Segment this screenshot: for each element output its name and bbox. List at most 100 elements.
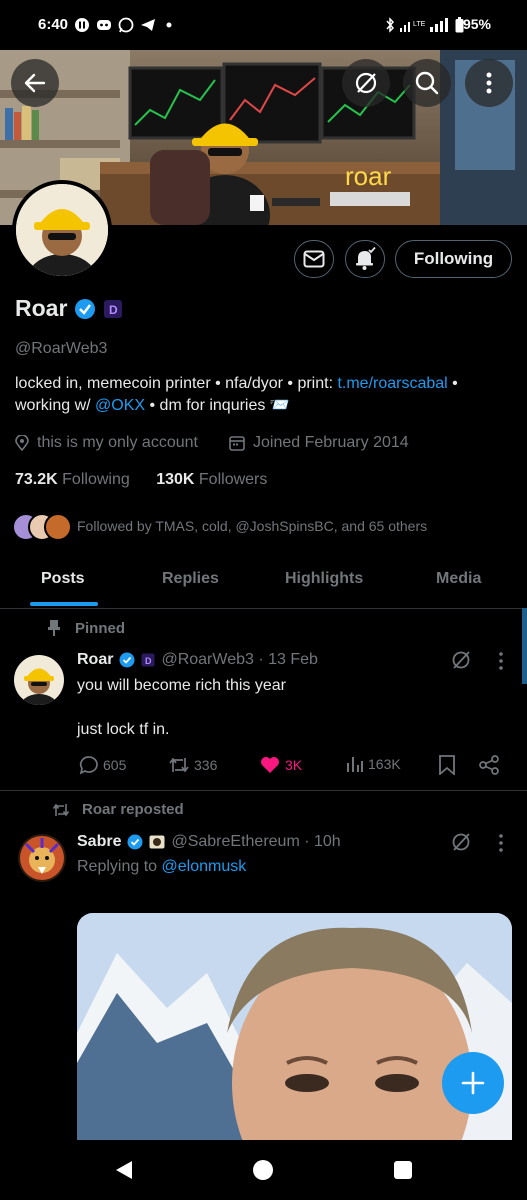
repost-handle-time: @SabreEthereum · 10h [171,833,341,850]
status-bar: 6:40 LTE 95% [0,0,527,50]
replying-prefix: Replying to [77,858,162,875]
more-vertical-icon [486,72,492,94]
like-button[interactable]: 3K [259,755,302,775]
followers-you-know-avatars[interactable] [12,512,72,542]
tweet-avatar-image [19,668,59,705]
bookmark-icon[interactable] [438,755,456,775]
more-button[interactable] [465,59,513,107]
mail-icon [303,250,325,268]
tab-replies[interactable]: Replies [162,570,219,588]
verified-badge-icon [119,652,135,668]
affiliate-badge-icon: D [141,653,155,667]
pinned-label: Pinned [75,619,126,637]
grok-icon[interactable] [450,831,472,853]
repost-header: Sabre @SabreEthereum · 10h [77,833,341,851]
profile-location: this is my only account [15,434,198,452]
tweet-divider [0,790,527,791]
tweet-more-icon[interactable] [496,833,506,853]
tiger-avatar-image [20,836,64,880]
bio-okx-mention[interactable]: @OKX [95,397,145,414]
bluetooth-icon [386,17,395,33]
search-button[interactable] [403,59,451,107]
tab-media[interactable]: Media [436,570,481,588]
whatsapp-icon [118,17,134,33]
profile-name-text: Roar [15,295,68,321]
grok-icon [355,72,377,94]
retweet-button[interactable]: 336 [168,755,217,775]
following-stat[interactable]: 73.2K Following [15,471,130,488]
search-icon [415,71,439,95]
telegram-icon [141,19,155,31]
pin-icon [48,620,60,636]
nav-back-icon[interactable] [113,1159,135,1181]
tweet-header: Roar D @RoarWeb3 · 13 Feb [77,651,318,669]
followers-count: 130K [156,471,195,488]
grok-icon[interactable] [450,649,472,671]
following-button-label: Following [413,249,494,268]
bio-text-3: • dm for inquries 📨 [145,397,290,414]
mutual-avatars [12,513,72,541]
followers-label: Followers [198,471,268,488]
profile-stats: 73.2K Following 130K Followers [15,471,267,489]
banner-sign-text: roar [345,161,392,191]
grok-button[interactable] [342,59,390,107]
bio-telegram-link[interactable]: t.me/roarscabal [337,375,447,392]
avatar-image [16,184,108,276]
back-button[interactable] [11,59,59,107]
retweet-icon [52,803,70,816]
tab-highlights[interactable]: Highlights [285,570,363,588]
pause-icon [75,18,89,32]
share-icon[interactable] [479,755,499,775]
following-count: 73.2K [15,471,58,488]
plus-icon [461,1071,485,1095]
reply-count: 605 [103,757,127,773]
svg-text:D: D [109,303,118,317]
nav-recents-icon[interactable] [393,1160,413,1180]
svg-text:LTE: LTE [413,21,426,28]
tweet-text-line-1: you will become rich this year [77,677,286,694]
svg-text:D: D [145,656,152,666]
reply-button[interactable]: 605 [79,755,126,775]
bio-text-1: locked in, memecoin printer • nfa/dyor •… [15,375,338,392]
followers-stat[interactable]: 130K Followers [156,471,267,488]
profile-joined: Joined February 2014 [229,434,409,452]
back-arrow-icon [24,73,46,93]
tweet-media-image[interactable] [77,913,512,1140]
affiliate-badge-icon[interactable]: D [103,299,123,319]
discord-icon [97,20,111,30]
repost-author-name[interactable]: Sabre [77,833,121,851]
signal-icon: LTE [400,18,448,32]
notifications-button[interactable] [345,240,385,278]
followed-by-text[interactable]: Followed by TMAS, cold, @JoshSpinsBC, an… [77,518,427,534]
following-label: Following [62,471,130,488]
affiliate-badge-icon [149,835,165,849]
location-text: this is my only account [37,434,198,451]
like-count: 3K [285,757,303,773]
scrollbar[interactable] [522,608,527,684]
message-button[interactable] [294,240,334,278]
tweet-avatar[interactable] [14,655,64,705]
sabre-avatar[interactable] [18,834,66,882]
system-nav-bar [0,1140,527,1200]
tweet-author-name[interactable]: Roar [77,651,113,669]
tweet-handle-time: @RoarWeb3 · 13 Feb [161,651,318,668]
reply-icon [79,756,98,775]
replying-to: Replying to @elonmusk [77,858,246,876]
repost-indicator: Roar reposted [52,801,184,818]
location-pin-icon [15,435,29,451]
following-button[interactable]: Following [395,240,512,278]
portrait-photo [77,913,512,1140]
battery-percent: 95% [462,16,491,32]
retweet-count: 336 [194,757,218,773]
tab-posts[interactable]: Posts [41,570,85,588]
views-button[interactable]: 163K [346,755,401,773]
view-count: 163K [368,756,401,772]
verified-badge-icon [75,298,96,319]
joined-text: Joined February 2014 [253,434,409,451]
compose-button[interactable] [442,1052,504,1114]
tweet-more-icon[interactable] [496,651,506,671]
replying-to-mention[interactable]: @elonmusk [162,858,247,875]
nav-home-icon[interactable] [252,1159,274,1181]
dot-icon [166,22,172,28]
profile-avatar[interactable] [12,180,112,280]
